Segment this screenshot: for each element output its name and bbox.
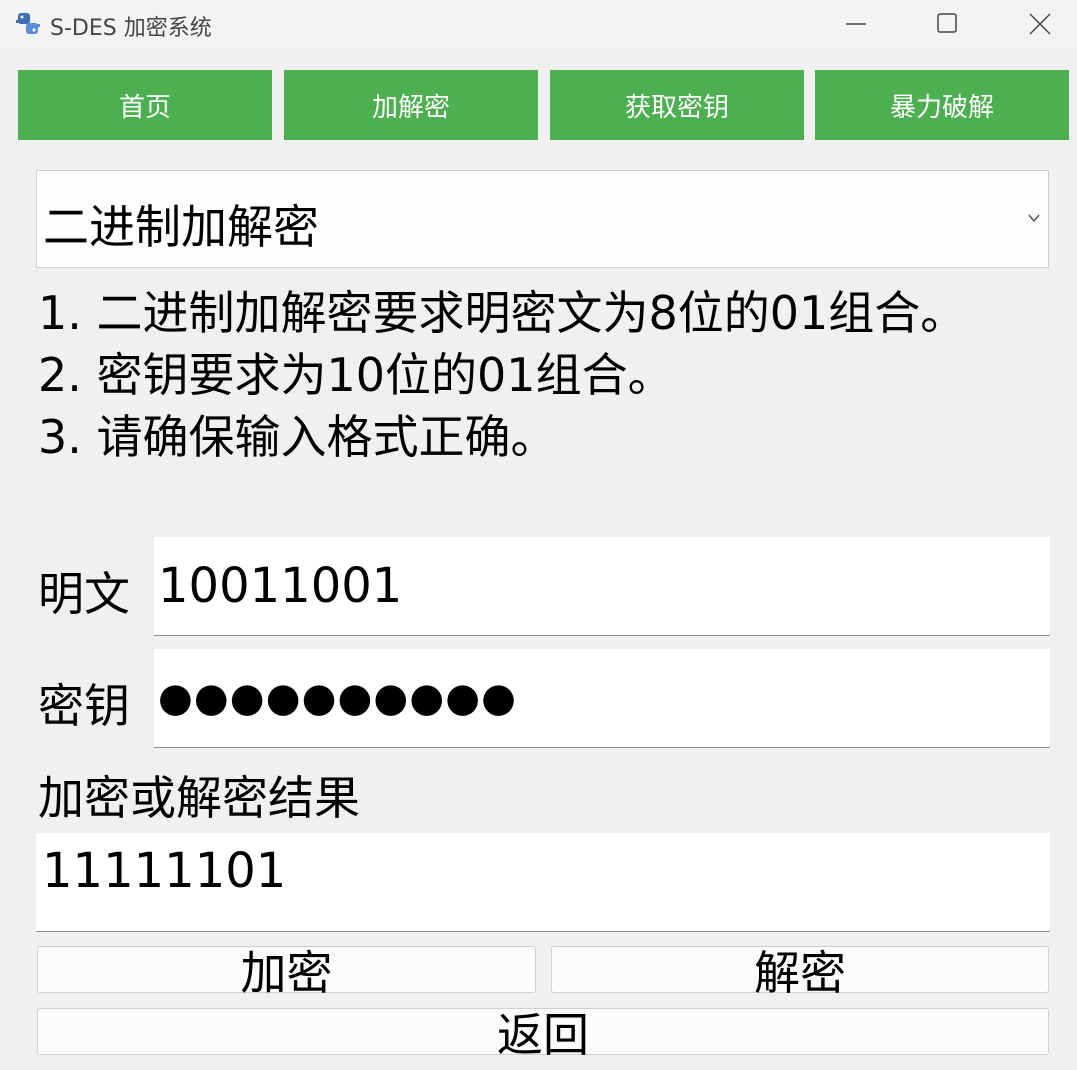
key-label: 密钥 [38,679,130,733]
key-input[interactable] [154,649,1050,748]
result-value: 11111101 [42,843,287,899]
plaintext-label: 明文 [38,567,130,621]
instruction-line: 2. 密钥要求为10位的01组合。 [38,348,674,402]
instruction-line: 3. 请确保输入格式正确。 [38,410,557,464]
result-label: 加密或解密结果 [38,771,360,825]
maximize-icon [937,13,957,33]
decrypt-button[interactable]: 解密 [551,946,1049,1000]
close-icon [1029,13,1051,35]
title-bar: S-DES 加密系统 [0,0,1077,48]
python-icon [16,13,40,34]
maximize-button[interactable] [927,6,967,42]
result-output[interactable]: 11111101 [36,833,1050,932]
nav-bar: 首页 加解密 获取密钥 暴力破解 [18,70,1069,140]
instruction-line: 1. 二进制加解密要求明密文为8位的01组合。 [38,286,967,340]
plaintext-input[interactable] [154,537,1050,636]
minimize-button[interactable] [836,6,876,42]
nav-brute-force-button[interactable]: 暴力破解 [815,70,1069,140]
chevron-down-icon [1028,214,1040,223]
window-title: S-DES 加密系统 [50,16,212,41]
back-button[interactable]: 返回 [37,1008,1049,1062]
instructions: 1. 二进制加解密要求明密文为8位的01组合。 2. 密钥要求为10位的01组合… [38,282,998,468]
mode-select[interactable]: 二进制加解密 [36,170,1049,268]
nav-home-button[interactable]: 首页 [18,70,272,140]
encrypt-button[interactable]: 加密 [37,946,536,1000]
nav-get-key-button[interactable]: 获取密钥 [550,70,804,140]
close-button[interactable] [1020,6,1060,42]
mode-select-value: 二进制加解密 [43,200,319,254]
minimize-icon [846,23,866,25]
nav-encrypt-decrypt-button[interactable]: 加解密 [284,70,538,140]
